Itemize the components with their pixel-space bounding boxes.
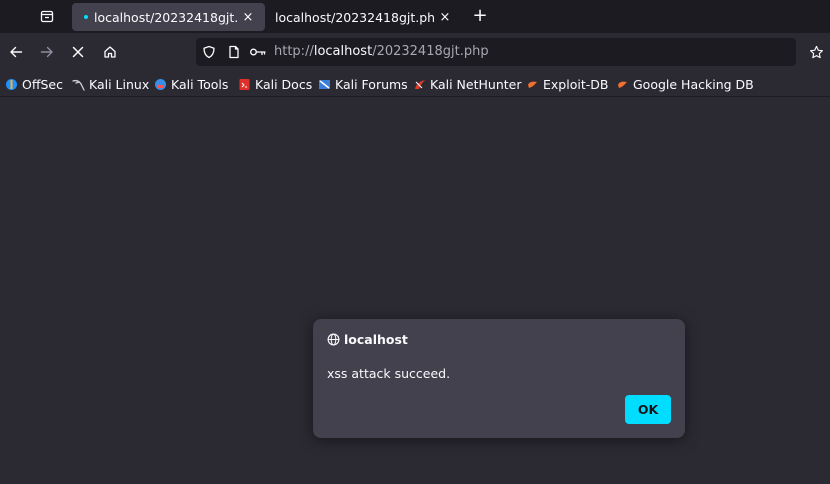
back-arrow-icon (10, 46, 23, 58)
kali-dragon-icon (72, 78, 85, 91)
ok-button[interactable]: OK (625, 395, 671, 424)
tab-strip: localhost/20232418gjt.php × localhost/20… (0, 0, 830, 33)
globe-icon (327, 333, 340, 346)
bookmark-label: Kali NetHunter (430, 76, 522, 92)
kali-forums-icon (318, 78, 331, 91)
nethunter-icon (413, 78, 426, 91)
tracking-protection-shield-icon[interactable] (200, 43, 218, 61)
tab-inactive[interactable]: localhost/20232418gjt.php × (266, 3, 462, 31)
close-tab-icon[interactable]: × (436, 8, 454, 26)
bookmark-label: Kali Linux (89, 76, 150, 92)
dialog-header: localhost (327, 332, 408, 347)
stop-x-icon (72, 46, 84, 58)
close-tab-icon[interactable]: × (239, 8, 257, 26)
back-button[interactable] (6, 42, 26, 62)
exploit-db-icon (526, 78, 539, 91)
bookmark-label: Kali Docs (255, 76, 313, 92)
forward-arrow-icon (40, 46, 53, 58)
bookmarks-toolbar: OffSec Kali Linux Kali Tools Kali Docs K… (0, 71, 830, 97)
bookmark-offsec[interactable]: OffSec (5, 75, 63, 93)
url-scheme: http:// (274, 44, 314, 59)
url-path: /20232418gjt.php (372, 44, 489, 59)
kali-docs-icon (238, 78, 251, 91)
address-bar[interactable]: http://localhost/20232418gjt.php (196, 38, 796, 66)
alert-dialog: localhost xss attack succeed. OK (313, 319, 685, 438)
ghdb-icon (616, 78, 629, 91)
bookmark-exploit-db[interactable]: Exploit-DB (526, 75, 608, 93)
loading-dot-icon (84, 15, 88, 19)
bookmark-kali-forums[interactable]: Kali Forums (318, 75, 408, 93)
tab-active[interactable]: localhost/20232418gjt.php × (72, 3, 265, 31)
navigation-toolbar: http://localhost/20232418gjt.php (0, 33, 830, 71)
bookmark-kali-tools[interactable]: Kali Tools (154, 75, 228, 93)
offsec-icon (5, 78, 18, 91)
bookmark-label: Kali Tools (171, 76, 229, 92)
url-host: localhost (313, 44, 373, 59)
new-tab-button[interactable]: + (470, 6, 490, 26)
page-info-icon[interactable] (225, 43, 243, 61)
home-button[interactable] (100, 42, 120, 62)
home-icon (104, 46, 116, 58)
bookmark-label: Exploit-DB (543, 76, 609, 92)
bookmark-label: OffSec (22, 76, 63, 92)
bookmark-label: Google Hacking DB (633, 76, 754, 92)
bookmark-kali-nethunter[interactable]: Kali NetHunter (413, 75, 521, 93)
bookmark-star-button[interactable] (806, 42, 826, 62)
tab-list-button[interactable] (37, 6, 57, 26)
tab-list-icon (40, 10, 54, 23)
dialog-origin: localhost (344, 332, 408, 347)
bookmark-label: Kali Forums (335, 76, 408, 92)
bookmark-kali-linux[interactable]: Kali Linux (72, 75, 149, 93)
star-icon (809, 45, 823, 58)
bookmark-google-hacking-db[interactable]: Google Hacking DB (616, 75, 754, 93)
dialog-message: xss attack succeed. (327, 366, 451, 381)
tab-title: localhost/20232418gjt.php (275, 9, 435, 25)
stop-button[interactable] (68, 42, 88, 62)
key-permissions-icon[interactable] (249, 43, 267, 61)
tab-title: localhost/20232418gjt.php (94, 9, 239, 25)
url-text: http://localhost/20232418gjt.php (274, 44, 489, 59)
forward-button[interactable] (37, 42, 57, 62)
bookmark-kali-docs[interactable]: Kali Docs (238, 75, 312, 93)
kali-tools-icon (154, 78, 167, 91)
